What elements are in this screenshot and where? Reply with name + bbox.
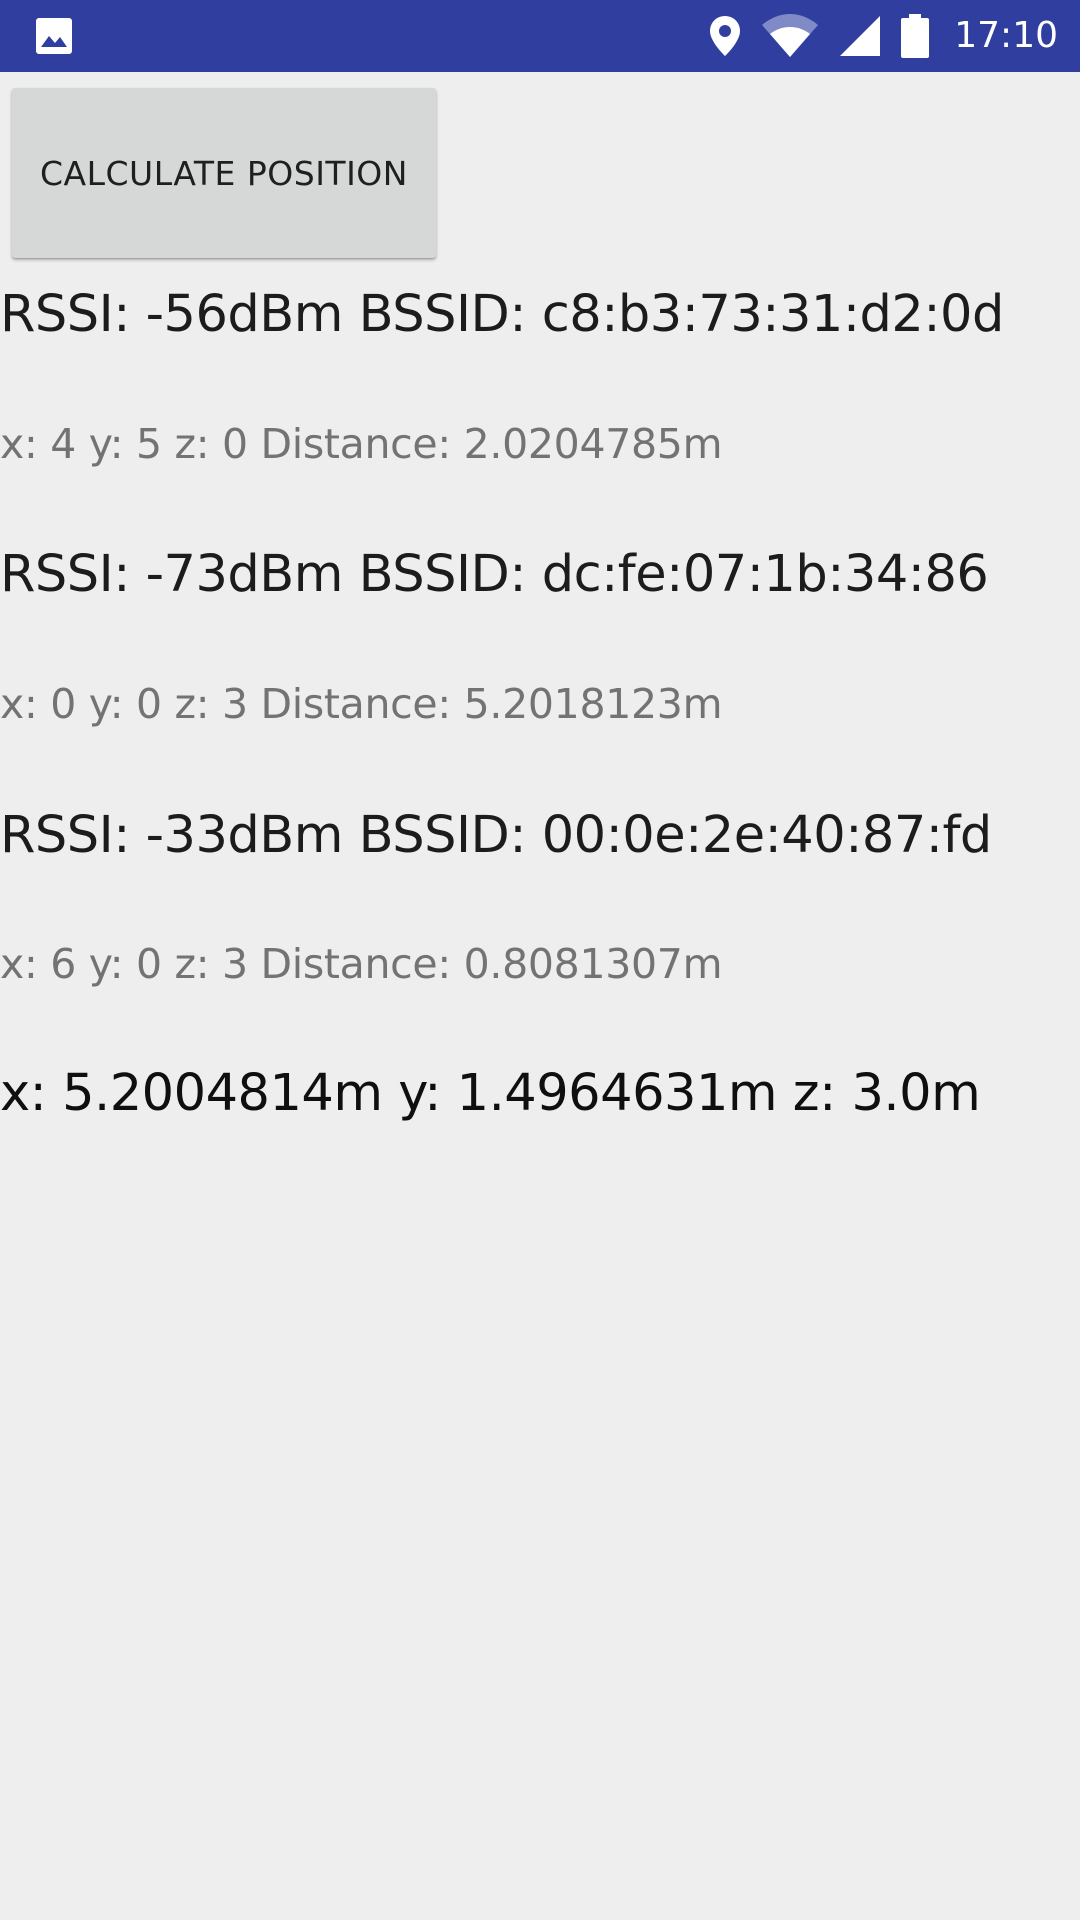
calculated-position-result: x: 5.2004814m y: 1.4964631m z: 3.0m bbox=[0, 1064, 981, 1123]
status-bar: 17:10 bbox=[0, 0, 1080, 72]
wifi-icon bbox=[760, 13, 820, 59]
ap-position-text: x: 0 y: 0 z: 3 Distance: 5.2018123m bbox=[0, 680, 723, 728]
image-icon bbox=[34, 16, 74, 56]
signal-icon bbox=[838, 14, 882, 58]
calculate-position-button[interactable]: CALCULATE POSITION bbox=[12, 88, 436, 258]
ap-position-text: x: 6 y: 0 z: 3 Distance: 0.8081307m bbox=[0, 940, 723, 988]
ap-rssi-text: RSSI: -56dBm BSSID: c8:b3:73:31:d2:0d bbox=[0, 285, 1004, 344]
app-screen: 17:10 CALCULATE POSITION RSSI: -56dBm BS… bbox=[0, 0, 1080, 1920]
ap-rssi-text: RSSI: -73dBm BSSID: dc:fe:07:1b:34:86 bbox=[0, 545, 989, 604]
location-icon bbox=[708, 14, 742, 58]
ap-rssi-text: RSSI: -33dBm BSSID: 00:0e:2e:40:87:fd bbox=[0, 806, 992, 865]
battery-icon bbox=[900, 13, 930, 59]
ap-position-text: x: 4 y: 5 z: 0 Distance: 2.0204785m bbox=[0, 420, 723, 468]
status-time: 17:10 bbox=[954, 15, 1058, 56]
status-icons: 17:10 bbox=[708, 0, 1058, 72]
